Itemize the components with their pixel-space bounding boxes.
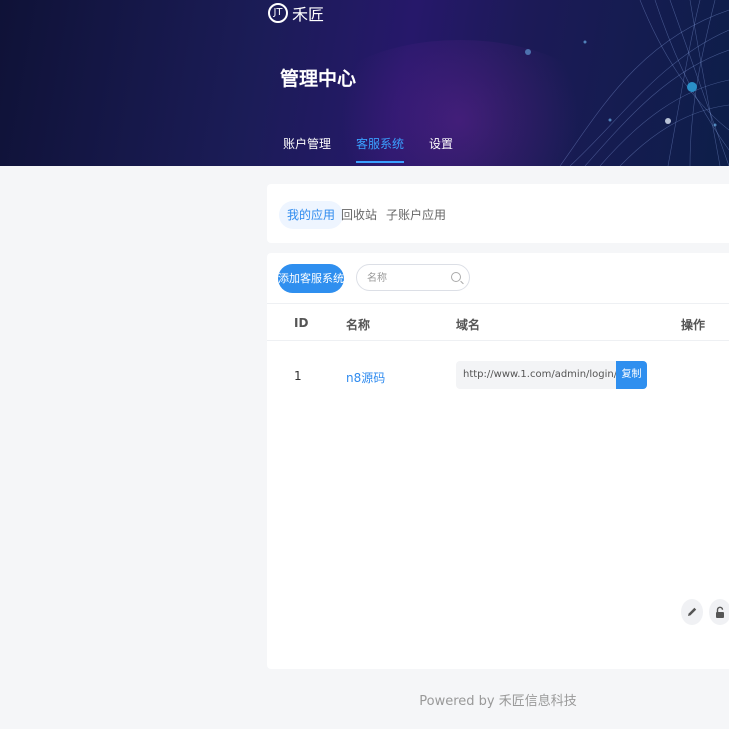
tab-sub-account-apps[interactable]: 子账户应用: [386, 201, 446, 229]
header-banner: JT 禾匠 管理中心 账户管理 客服系统 设置: [0, 0, 729, 166]
search-input[interactable]: [365, 265, 453, 292]
brand-name: 禾匠: [292, 5, 325, 24]
tabs-card: 我的应用 回收站 子账户应用: [267, 184, 729, 243]
nav-settings[interactable]: 设置: [429, 135, 453, 162]
lock-icon: [716, 606, 724, 618]
toolbar-divider: [267, 303, 729, 304]
tab-my-apps[interactable]: 我的应用: [279, 201, 344, 229]
top-nav: 账户管理 客服系统 设置: [283, 135, 478, 163]
search-box: [356, 264, 470, 292]
edit-icon: [688, 607, 697, 616]
header-divider: [267, 340, 729, 341]
column-header-actions: 操作: [681, 318, 706, 332]
row-id: 1: [294, 369, 302, 383]
lock-button[interactable]: [709, 599, 729, 625]
brand-logo[interactable]: JT 禾匠: [268, 1, 324, 25]
row-name-link[interactable]: n8源码: [346, 369, 385, 386]
logo-icon: JT: [268, 3, 288, 23]
add-customer-service-button[interactable]: 添加客服系统: [278, 264, 344, 293]
app-list-card: 添加客服系统 ID 名称 域名 操作 1 n8源码 http://www.1.c…: [267, 253, 729, 669]
footer-powered-by: Powered by 禾匠信息科技: [419, 694, 577, 709]
nav-account-management[interactable]: 账户管理: [283, 135, 331, 162]
column-header-domain: 域名: [456, 318, 481, 332]
copy-button[interactable]: 复制: [616, 361, 647, 389]
tab-recycle-bin[interactable]: 回收站: [341, 201, 377, 229]
page-title: 管理中心: [280, 68, 357, 90]
edit-button[interactable]: [681, 599, 703, 625]
column-header-name: 名称: [346, 318, 371, 332]
row-domain-value[interactable]: http://www.1.com/admin/login/index/bu: [456, 361, 616, 389]
nav-customer-service[interactable]: 客服系统: [356, 135, 405, 163]
search-icon[interactable]: [451, 272, 461, 282]
column-header-id: ID: [294, 316, 309, 330]
